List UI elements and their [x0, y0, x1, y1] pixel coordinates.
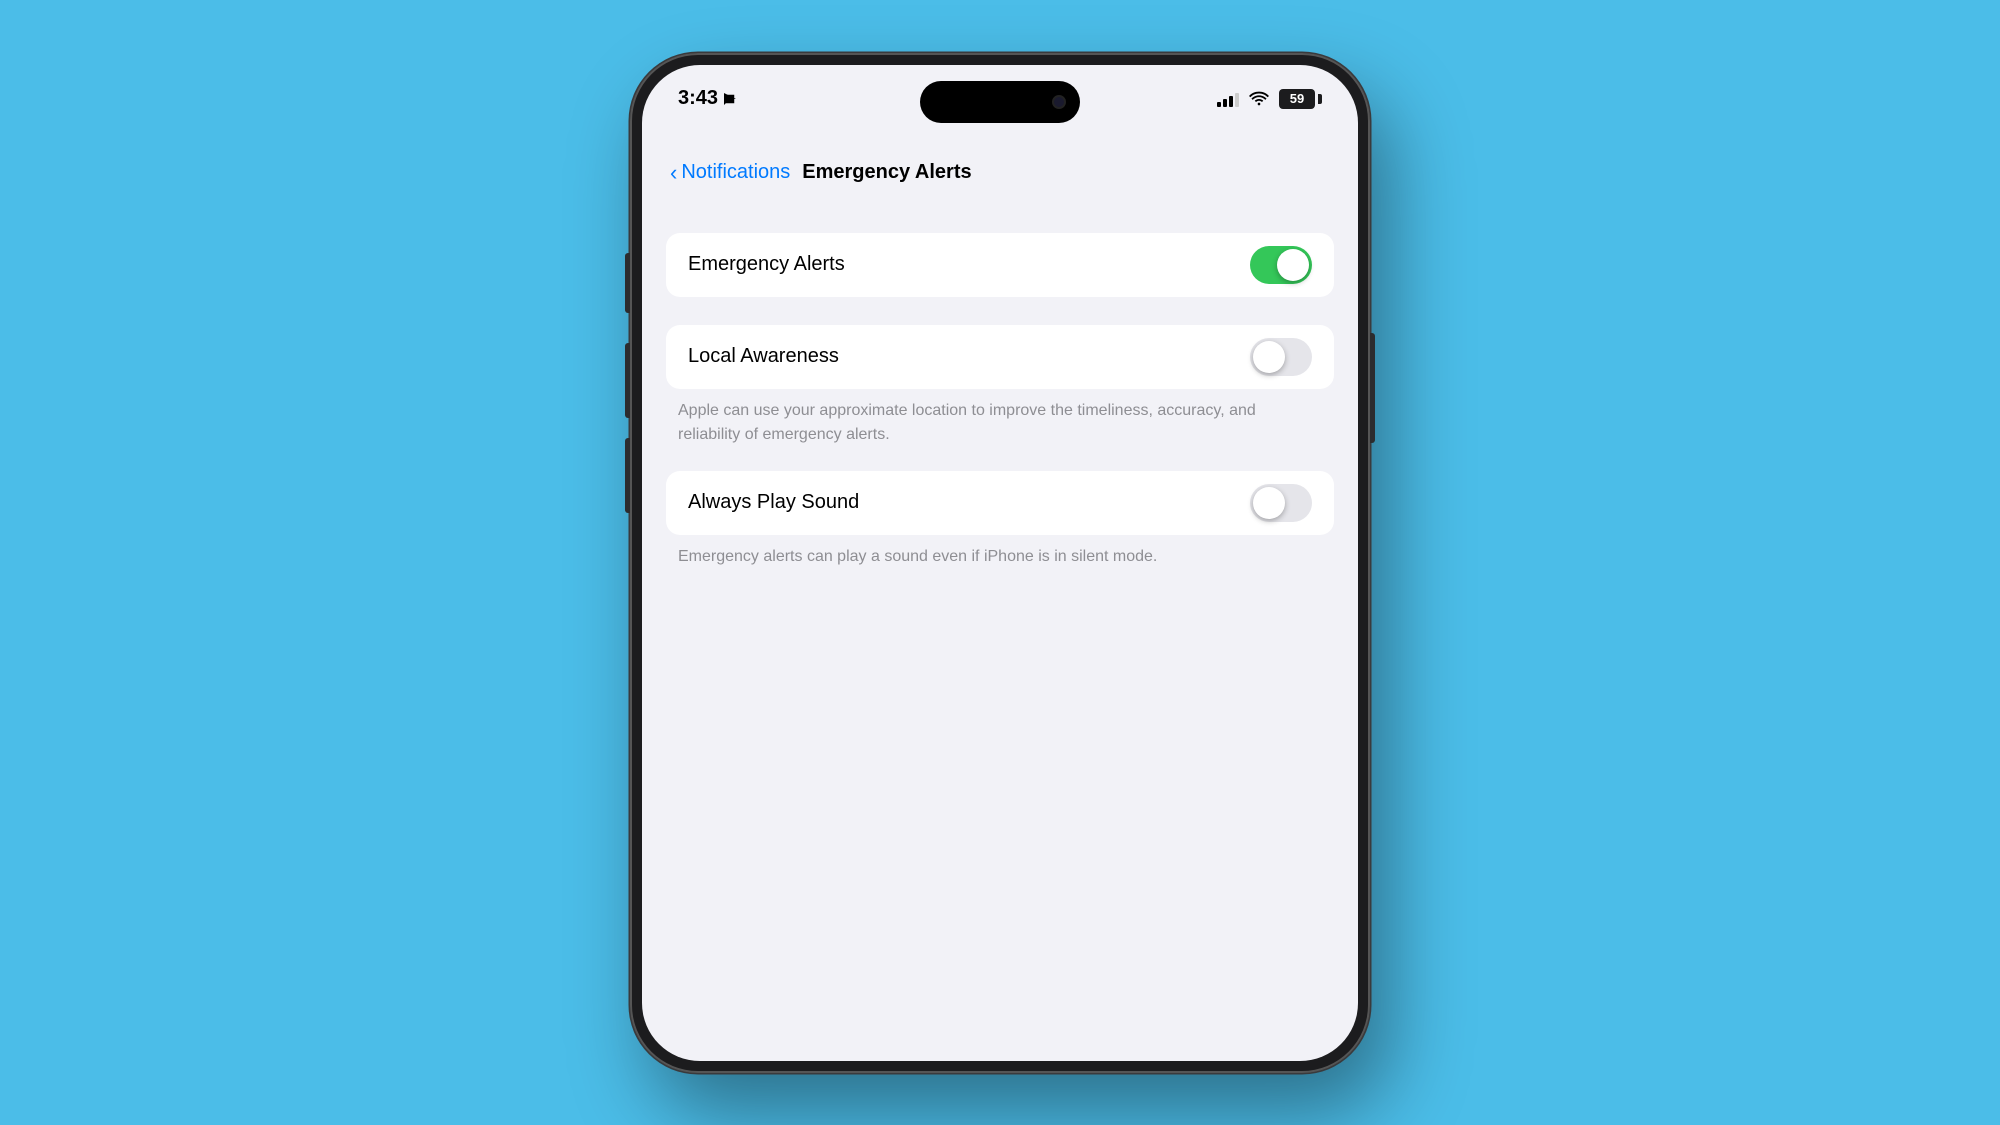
emergency-alerts-label: Emergency Alerts: [688, 253, 845, 276]
location-icon: [723, 92, 737, 106]
signal-bar-4: [1235, 93, 1239, 107]
signal-bar-1: [1217, 102, 1221, 107]
back-label[interactable]: Notifications: [681, 161, 790, 184]
wifi-icon: [1249, 91, 1269, 106]
status-icons: 59: [1217, 89, 1322, 109]
emergency-alerts-group: Emergency Alerts: [666, 233, 1334, 297]
back-button[interactable]: ‹ Notifications: [670, 160, 790, 186]
local-awareness-knob: [1253, 341, 1285, 373]
settings-content: Emergency Alerts Local Awareness Apple c…: [642, 213, 1358, 1061]
emergency-alerts-row: Emergency Alerts: [666, 233, 1334, 297]
power-button[interactable]: [1370, 333, 1375, 443]
signal-bar-3: [1229, 96, 1233, 107]
battery-tip: [1318, 94, 1322, 104]
local-awareness-row: Local Awareness: [666, 325, 1334, 389]
always-play-sound-row: Always Play Sound: [666, 471, 1334, 535]
status-time: 3:43: [678, 87, 737, 110]
phone-screen: 3:43: [642, 65, 1358, 1061]
dynamic-island: [920, 81, 1080, 123]
local-awareness-toggle[interactable]: [1250, 338, 1312, 376]
time-label: 3:43: [678, 87, 718, 110]
back-chevron-icon: ‹: [670, 160, 677, 186]
always-play-sound-label: Always Play Sound: [688, 491, 859, 514]
local-awareness-description: Apple can use your approximate location …: [666, 389, 1334, 463]
battery-level: 59: [1279, 89, 1315, 109]
volume-up-button[interactable]: [625, 343, 630, 418]
always-play-sound-toggle[interactable]: [1250, 484, 1312, 522]
section-gap-1: [666, 305, 1334, 325]
battery-icon: 59: [1279, 89, 1322, 109]
nav-header: ‹ Notifications Emergency Alerts: [642, 133, 1358, 213]
local-awareness-group: Local Awareness Apple can use your appro…: [666, 325, 1334, 463]
emergency-alerts-toggle[interactable]: [1250, 246, 1312, 284]
camera-dot: [1052, 95, 1066, 109]
signal-icon: [1217, 91, 1239, 107]
signal-bar-2: [1223, 99, 1227, 107]
local-awareness-label: Local Awareness: [688, 345, 839, 368]
always-play-sound-knob: [1253, 487, 1285, 519]
phone-frame: 3:43: [630, 53, 1370, 1073]
emergency-alerts-knob: [1277, 249, 1309, 281]
always-play-sound-description: Emergency alerts can play a sound even i…: [666, 535, 1334, 585]
always-play-sound-group: Always Play Sound Emergency alerts can p…: [666, 471, 1334, 585]
volume-down-button[interactable]: [625, 438, 630, 513]
page-title: Emergency Alerts: [802, 161, 971, 184]
